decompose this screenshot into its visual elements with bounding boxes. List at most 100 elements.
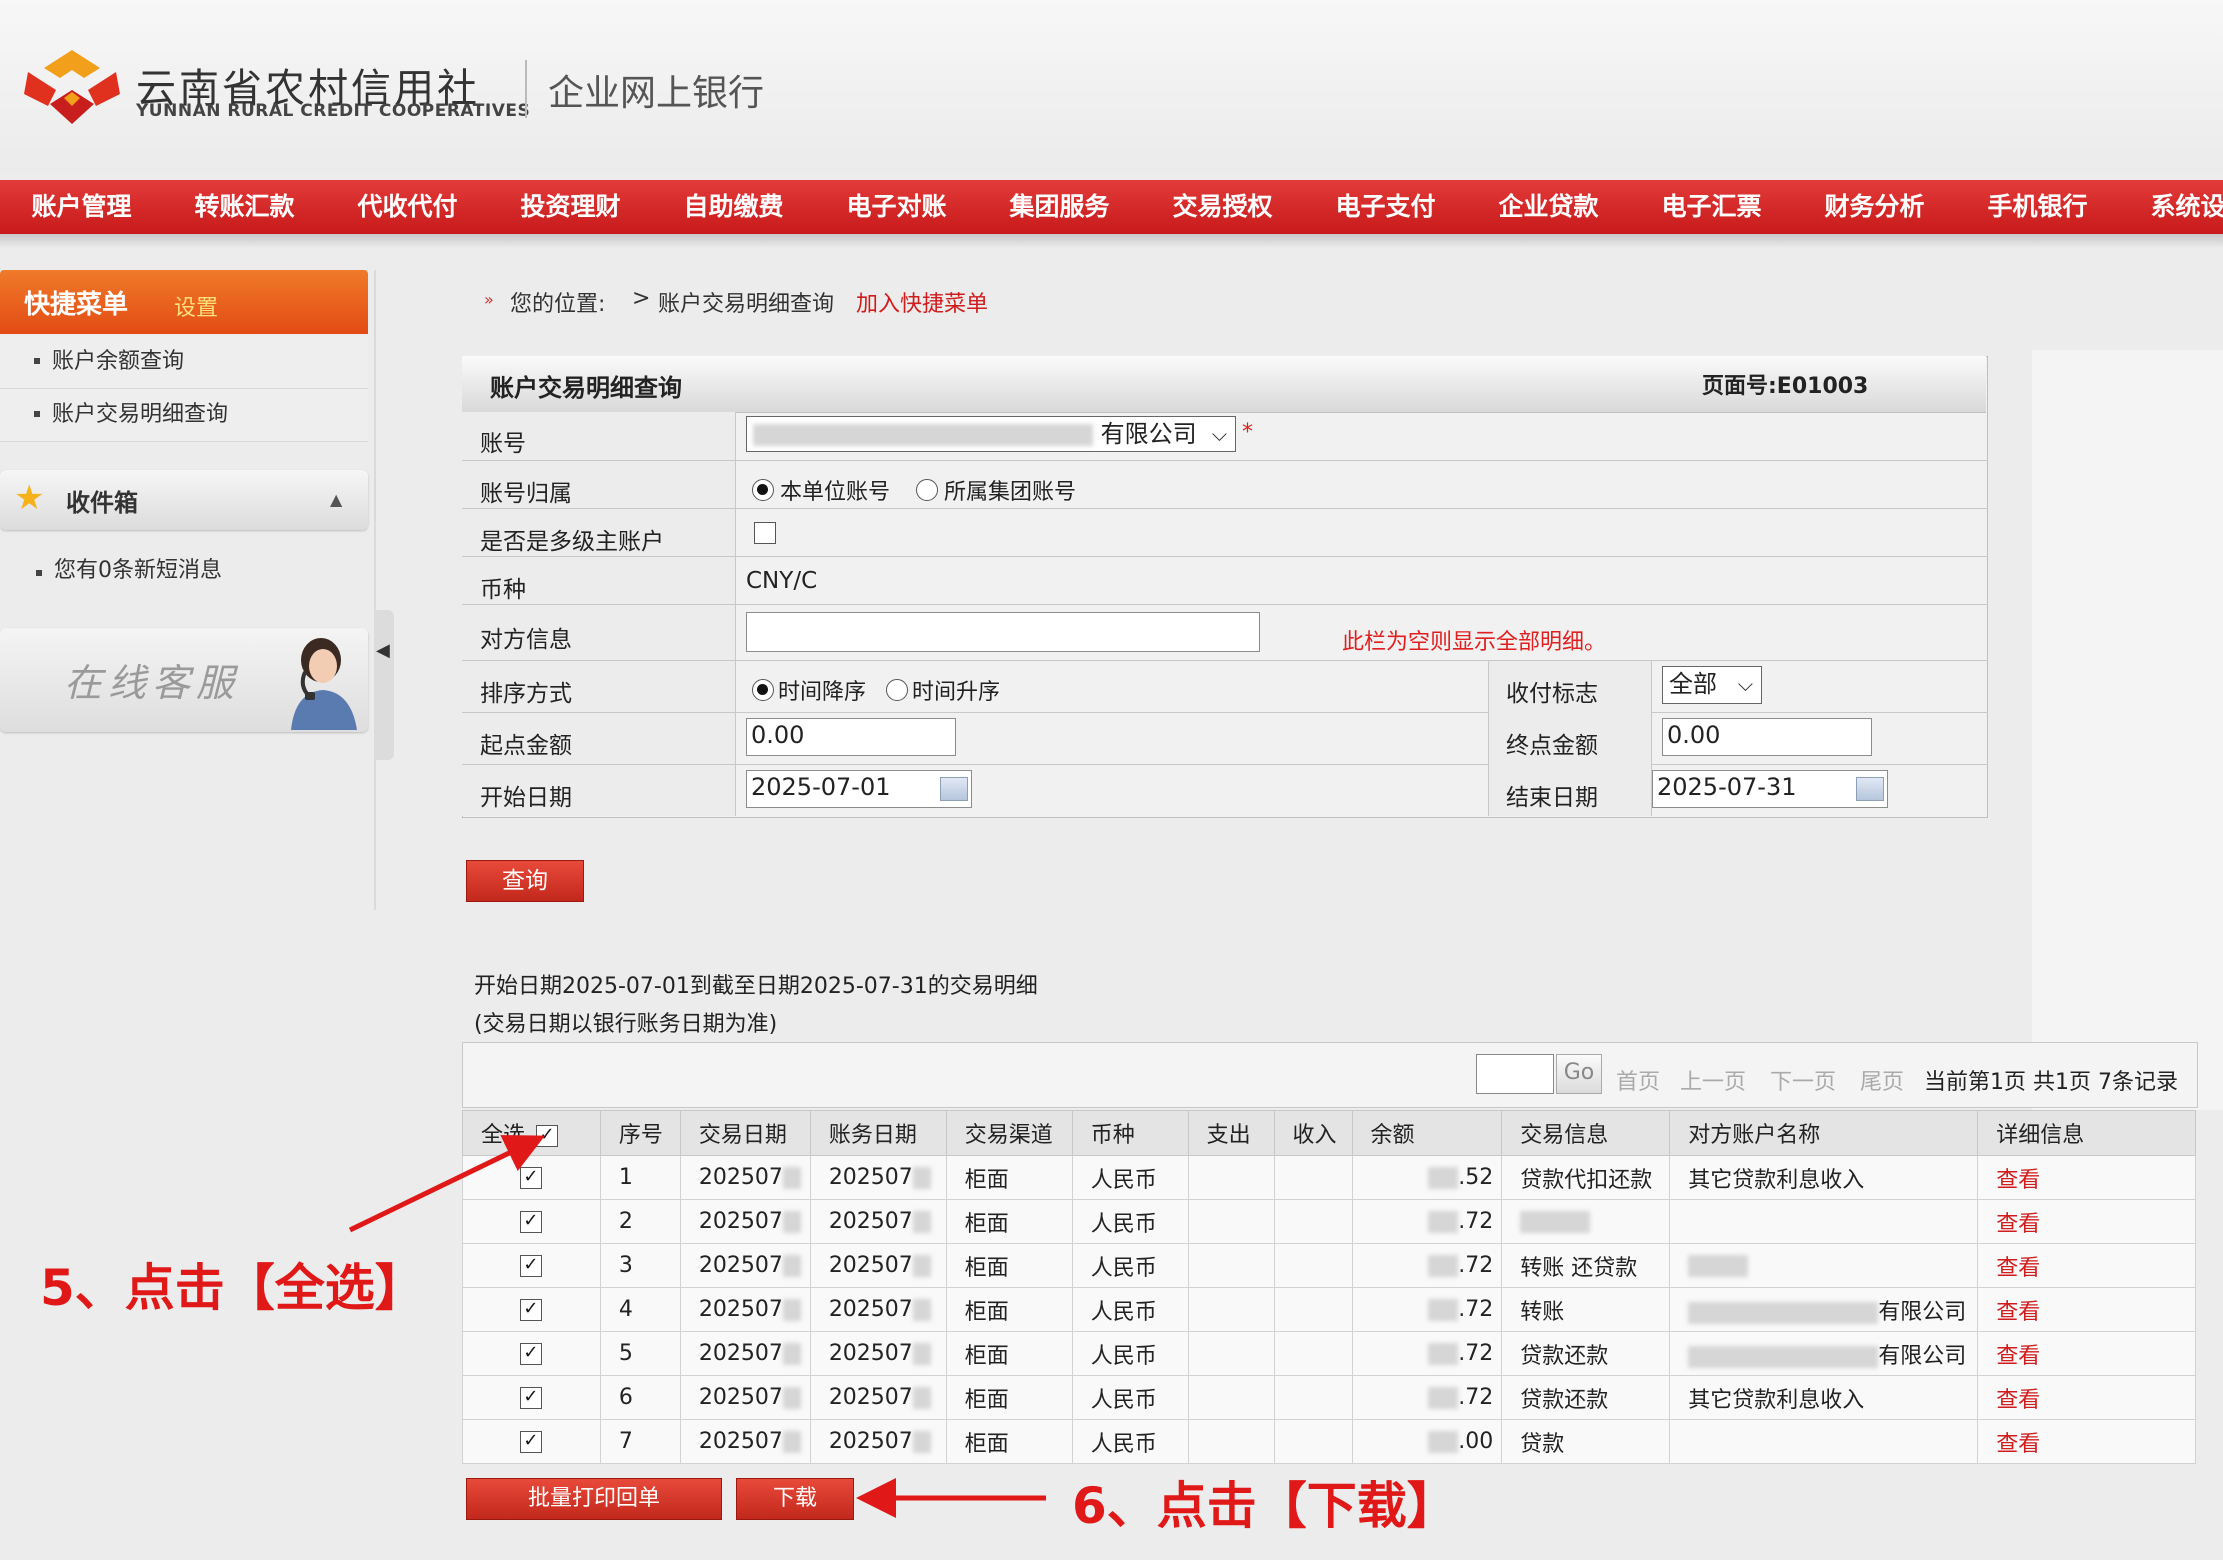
select-all-checkbox[interactable]: ✓ — [536, 1125, 559, 1147]
row-checkbox[interactable]: ✓ — [519, 1255, 542, 1277]
select-all-header[interactable]: 全选 ✓ — [462, 1110, 601, 1156]
page-jump-input[interactable] — [1476, 1054, 1554, 1094]
add-quick-menu-link[interactable]: 加入快捷菜单 — [856, 286, 988, 318]
nav-item-group-service[interactable]: 集团服务 — [978, 180, 1141, 234]
end-date-input[interactable]: 2025-07-31 — [1652, 770, 1888, 808]
calendar-icon[interactable] — [940, 777, 968, 801]
nav-item-system-settings[interactable]: 系统设置 — [2119, 180, 2223, 234]
masked-value — [782, 1387, 801, 1409]
sidebar-item-balance-query[interactable]: 账户余额查询 — [0, 336, 368, 389]
row-checkbox[interactable]: ✓ — [519, 1211, 542, 1233]
sort-asc-radio[interactable] — [886, 679, 909, 701]
query-button[interactable]: 查询 — [466, 860, 584, 902]
view-detail-link[interactable]: 查看 — [1996, 1344, 2040, 1369]
nav-item-collect-pay[interactable]: 代收代付 — [326, 180, 489, 234]
row-no: 5 — [599, 1331, 681, 1376]
start-date-input[interactable]: 2025-07-01 — [746, 770, 972, 808]
multilevel-label: 是否是多级主账户 — [480, 529, 664, 555]
min-amount-input[interactable]: 0.00 — [746, 718, 956, 756]
row-checkbox[interactable]: ✓ — [519, 1431, 542, 1453]
bullet-icon — [36, 570, 42, 576]
collapse-left-icon[interactable]: ◀ — [376, 640, 390, 661]
view-detail-link[interactable]: 查看 — [1996, 1212, 2040, 1237]
table-row: ✓ 7 202507 202507 柜面 人民币 .00 贷款 查看 — [462, 1419, 2196, 1464]
currency-label: 币种 — [480, 577, 526, 603]
sort-desc-radio[interactable] — [752, 679, 774, 701]
row-tx-info: 贷款 — [1501, 1419, 1671, 1464]
pager-next-link[interactable]: 下一页 — [1770, 1064, 1836, 1096]
collapse-up-icon[interactable]: ▲ — [330, 490, 342, 509]
row-checkbox[interactable]: ✓ — [519, 1299, 542, 1321]
row-checkbox[interactable]: ✓ — [519, 1343, 542, 1365]
sort-radio-group: 时间降序 时间升序 — [752, 674, 1000, 706]
row-select-cell[interactable]: ✓ — [462, 1287, 601, 1332]
row-income — [1273, 1375, 1353, 1420]
page-go-button[interactable]: Go — [1556, 1054, 1602, 1094]
nav-item-e-reconcile[interactable]: 电子对账 — [815, 180, 978, 234]
nav-item-tx-authorize[interactable]: 交易授权 — [1141, 180, 1304, 234]
account-select[interactable]: 有限公司 ⌵ — [746, 416, 1236, 452]
view-detail-link[interactable]: 查看 — [1996, 1388, 2040, 1413]
row-select-cell[interactable]: ✓ — [462, 1331, 601, 1376]
view-detail-link[interactable]: 查看 — [1996, 1256, 2040, 1281]
row-tx-date: 202507 — [679, 1155, 811, 1200]
row-select-cell[interactable]: ✓ — [462, 1155, 601, 1200]
nav-item-self-pay[interactable]: 自助缴费 — [652, 180, 815, 234]
multilevel-checkbox[interactable] — [754, 522, 776, 544]
chevron-down-icon: ⌵ — [1737, 672, 1753, 696]
annotation-step6: 6、点击【下载】 — [1072, 1477, 1457, 1535]
view-detail-link[interactable]: 查看 — [1996, 1300, 2040, 1325]
col-header-channel: 交易渠道 — [945, 1110, 1073, 1156]
pager-last-link[interactable]: 尾页 — [1860, 1064, 1904, 1096]
masked-value — [912, 1431, 931, 1453]
own-account-radio[interactable] — [752, 479, 774, 501]
nav-item-e-payment[interactable]: 电子支付 — [1304, 180, 1467, 234]
row-select-cell[interactable]: ✓ — [462, 1419, 601, 1464]
row-select-cell[interactable]: ✓ — [462, 1243, 601, 1288]
max-amount-input[interactable]: 0.00 — [1662, 718, 1872, 756]
col-header-balance: 余额 — [1351, 1110, 1503, 1156]
calendar-icon[interactable] — [1856, 777, 1884, 801]
currency-value: CNY/C — [746, 568, 818, 594]
row-income — [1273, 1287, 1353, 1332]
nav-item-corp-loan[interactable]: 企业贷款 — [1467, 180, 1630, 234]
inbox-message-link[interactable]: 您有0条新短消息 — [54, 552, 222, 584]
view-detail-link[interactable]: 查看 — [1996, 1432, 2040, 1457]
counterparty-input[interactable] — [746, 612, 1260, 652]
row-checkbox[interactable]: ✓ — [519, 1387, 542, 1409]
row-acct-date: 202507 — [809, 1287, 947, 1332]
table-header-row: 全选 ✓ 序号 交易日期 账务日期 交易渠道 币种 支出 收入 余额 交易信息 … — [462, 1110, 2196, 1156]
table-row: ✓ 6 202507 202507 柜面 人民币 .72 贷款还款 其它贷款利息收入 查看 — [462, 1375, 2196, 1420]
batch-print-button[interactable]: 批量打印回单 — [466, 1478, 722, 1520]
row-balance: .72 — [1351, 1287, 1503, 1332]
row-balance: .52 — [1351, 1155, 1503, 1200]
nav-item-finance-analysis[interactable]: 财务分析 — [1793, 180, 1956, 234]
view-detail-link[interactable]: 查看 — [1996, 1168, 2040, 1193]
row-select-cell[interactable]: ✓ — [462, 1375, 601, 1420]
row-channel: 柜面 — [945, 1243, 1073, 1288]
breadcrumb-arrow-icon: » — [484, 290, 494, 309]
nav-item-e-bill[interactable]: 电子汇票 — [1630, 180, 1793, 234]
nav-item-account-mgmt[interactable]: 账户管理 — [0, 180, 163, 234]
nav-item-transfer[interactable]: 转账汇款 — [163, 180, 326, 234]
group-account-radio[interactable] — [916, 479, 939, 501]
nav-item-investment[interactable]: 投资理财 — [489, 180, 652, 234]
row-checkbox[interactable]: ✓ — [519, 1167, 542, 1189]
pager-first-link[interactable]: 首页 — [1616, 1064, 1660, 1096]
masked-value — [1428, 1343, 1459, 1365]
bank-subtitle: 企业网上银行 — [548, 73, 765, 114]
quick-menu-setting-link[interactable]: 设置 — [174, 290, 218, 322]
row-acct-date: 202507 — [809, 1331, 947, 1376]
nav-item-mobile-bank[interactable]: 手机银行 — [1956, 180, 2119, 234]
inbox-header[interactable] — [0, 470, 368, 530]
sidebar-collapse-handle[interactable] — [374, 610, 394, 760]
row-currency: 人民币 — [1071, 1287, 1189, 1332]
row-balance: .72 — [1351, 1375, 1503, 1420]
sidebar-item-tx-detail-query[interactable]: 账户交易明细查询 — [0, 389, 368, 442]
flag-select[interactable]: 全部 ⌵ — [1662, 666, 1762, 704]
row-tx-info: 贷款还款 — [1501, 1375, 1671, 1420]
row-select-cell[interactable]: ✓ — [462, 1199, 601, 1244]
download-button[interactable]: 下载 — [736, 1478, 854, 1520]
pager-prev-link[interactable]: 上一页 — [1680, 1064, 1746, 1096]
row-channel: 柜面 — [945, 1419, 1073, 1464]
